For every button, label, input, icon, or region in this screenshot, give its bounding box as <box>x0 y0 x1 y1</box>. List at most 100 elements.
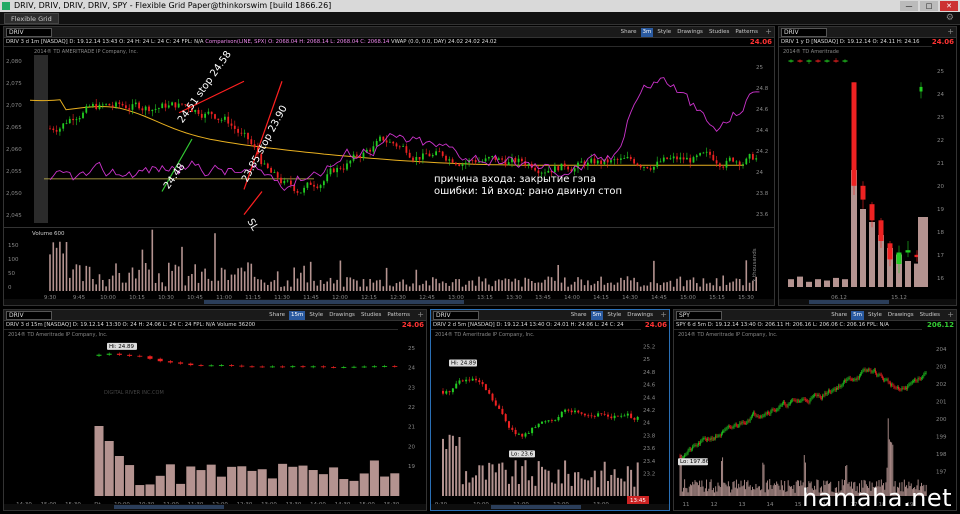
volume-bar <box>395 283 398 291</box>
price-axis-tick: 204 <box>936 347 947 353</box>
horizontal-scrollbar[interactable] <box>431 504 669 510</box>
symbol-input[interactable]: DRIV <box>6 28 52 37</box>
volume-bar <box>224 269 226 291</box>
candle-body <box>521 158 523 162</box>
horizontal-scrollbar[interactable] <box>4 299 774 305</box>
candle-body <box>583 413 586 416</box>
symbol-input[interactable]: DRIV <box>781 28 827 37</box>
share-button[interactable]: Share <box>619 28 639 37</box>
candle-body <box>822 395 823 399</box>
drawings-button[interactable]: Drawings <box>327 311 357 320</box>
candle-body <box>587 162 589 166</box>
studies-button[interactable]: Studies <box>707 28 731 37</box>
candle-body <box>771 409 773 412</box>
volume-bar <box>445 283 447 291</box>
candle-body <box>794 399 796 401</box>
volume-bar <box>511 281 513 291</box>
timeframe-button[interactable]: 3m <box>640 28 654 37</box>
volume-bar <box>342 286 345 291</box>
style-button[interactable]: Style <box>866 311 884 320</box>
volume-bar <box>194 264 196 291</box>
style-button[interactable]: Style <box>605 311 623 320</box>
symbol-input[interactable]: DRIV <box>433 311 479 320</box>
candle-body <box>630 413 633 418</box>
timeframe-button[interactable]: 5m <box>851 311 865 320</box>
volume-bar <box>719 487 721 496</box>
candle-body <box>62 123 65 129</box>
add-icon[interactable]: + <box>765 27 772 37</box>
candle-body <box>445 155 447 161</box>
close-button[interactable]: ✕ <box>940 1 958 11</box>
add-icon[interactable]: + <box>660 310 667 320</box>
share-button[interactable]: Share <box>267 311 287 320</box>
volume-bar <box>517 484 520 496</box>
add-icon[interactable]: + <box>417 310 424 320</box>
volume-bar <box>318 474 328 496</box>
volume-bar <box>498 463 501 496</box>
candle-body <box>554 420 557 422</box>
add-icon[interactable]: + <box>947 310 954 320</box>
candle-body <box>55 130 58 132</box>
symbol-input[interactable]: SPY <box>676 311 722 320</box>
spy-price-chart[interactable]: 204 203 202 201 200 199 198 197 Lo: 197.86 11 12 13… <box>674 330 956 510</box>
five-minute-price-chart[interactable]: 25.2 25 24.8 24.6 24.4 24.2 24 23.8 23.6 23.4 23.2… <box>431 330 669 510</box>
share-button[interactable]: Share <box>829 311 849 320</box>
candle-body <box>488 390 491 394</box>
gear-icon[interactable]: ⚙ <box>946 13 954 24</box>
time-axis-tick: 11 <box>683 502 690 508</box>
minimize-button[interactable]: — <box>900 1 918 11</box>
fifteen-minute-price-chart[interactable]: 25242322212019Hi: 24.8914:3015:0015:30Dt… <box>4 330 426 510</box>
candle-body <box>707 438 708 441</box>
studies-button[interactable]: Studies <box>918 311 942 320</box>
main-price-chart[interactable]: 2,080 2,075 2,070 2,065 2,060 2,055 2,050 2,045… <box>4 47 774 305</box>
symbol-input[interactable]: DRIV <box>6 311 52 320</box>
candle-body <box>715 160 718 164</box>
candle-body <box>735 424 737 426</box>
volume-bar <box>88 266 91 291</box>
time-axis-tick: 14 <box>767 502 774 508</box>
maximize-button[interactable]: □ <box>920 1 938 11</box>
candle-body <box>740 422 742 424</box>
volume-bar <box>98 274 101 291</box>
add-icon[interactable]: + <box>947 27 954 37</box>
style-button[interactable]: Style <box>655 28 673 37</box>
volume-bar <box>288 466 298 496</box>
drawings-button[interactable]: Drawings <box>675 28 705 37</box>
candle-body <box>134 102 137 105</box>
candle-body <box>154 108 157 110</box>
patterns-button[interactable]: Patterns <box>733 28 760 37</box>
timeframe-button[interactable]: 5m <box>590 311 604 320</box>
drawings-button[interactable]: Drawings <box>886 311 916 320</box>
candle-body <box>852 379 853 381</box>
volume-bar <box>686 488 688 496</box>
candle-body <box>823 395 825 397</box>
candle-body <box>326 174 329 182</box>
volume-bar <box>385 267 388 291</box>
fpl-label: FPL: N/A <box>181 39 204 45</box>
tab-flexible-grid[interactable]: Flexible Grid <box>4 13 59 24</box>
candle-body <box>217 118 220 120</box>
volume-bar <box>701 480 703 496</box>
drawings-button[interactable]: Drawings <box>625 311 655 320</box>
studies-button[interactable]: Studies <box>359 311 383 320</box>
daily-price-chart[interactable]: 2524232221201918171606.12 15.12 <box>779 47 956 305</box>
candle-body <box>908 384 910 386</box>
horizontal-scrollbar[interactable] <box>779 299 956 305</box>
volume-bar <box>95 284 97 291</box>
share-button[interactable]: Share <box>569 311 589 320</box>
candle-body <box>899 389 901 390</box>
patterns-button[interactable]: Patterns <box>385 311 412 320</box>
candle-body <box>441 151 444 156</box>
timeframe-button[interactable]: 15m <box>289 311 306 320</box>
candle-body <box>323 181 325 186</box>
comparison-axis-tick: 2,055 <box>6 169 22 175</box>
volume-bar <box>484 278 487 291</box>
candle-body <box>415 156 418 161</box>
volume-bar <box>115 263 117 291</box>
volume-bar <box>531 476 534 496</box>
horizontal-scrollbar[interactable] <box>4 504 426 510</box>
candle-body <box>280 177 282 184</box>
volume-bar <box>688 486 690 496</box>
style-button[interactable]: Style <box>307 311 325 320</box>
candle-body <box>448 159 451 161</box>
